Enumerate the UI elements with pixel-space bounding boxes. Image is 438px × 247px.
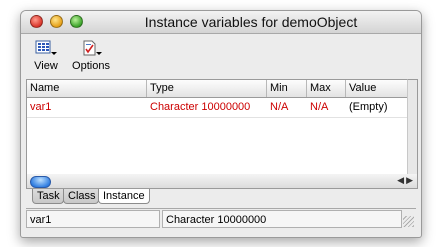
title-bar: Instance variables for demoObject [21,11,421,34]
close-window-button[interactable] [30,15,43,28]
cell-min: N/A [270,101,289,113]
status-bar: var1 Character 10000000 [26,208,416,229]
variables-table: Name Type Min Max Value var1 Character 1… [26,79,408,176]
cell-type: Character 10000000 [150,101,251,113]
scroll-right-arrow-icon[interactable]: ▶ [406,175,415,185]
horizontal-scrollbar[interactable]: ◀▶ [26,174,418,189]
tab-class[interactable]: Class [63,189,99,204]
resize-grip-icon[interactable] [403,216,414,227]
window-title: Instance variables for demoObject [144,14,358,30]
column-header-max[interactable]: Max [307,80,346,97]
status-type: Character 10000000 [162,210,402,228]
cell-max: N/A [310,101,329,113]
instance-variables-window: Instance variables for demoObject View O… [20,10,422,238]
column-header-value[interactable]: Value [346,80,408,97]
scroll-thumb[interactable] [30,176,51,188]
minimize-window-button[interactable] [50,15,63,28]
tab-task[interactable]: Task [32,189,64,204]
scroll-arrows[interactable]: ◀▶ [397,175,415,186]
tab-instance[interactable]: Instance [98,189,150,204]
table-header: Name Type Min Max Value [27,80,408,98]
scroll-left-arrow-icon[interactable]: ◀ [397,175,406,185]
tab-bar: Task Class Instance [26,189,416,205]
cell-name: var1 [30,101,52,113]
toolbar: View Options [21,34,421,76]
view-button[interactable]: View [29,40,63,72]
cell-value: (Empty) [349,101,388,113]
options-label: Options [72,60,110,72]
column-header-name[interactable]: Name [27,80,147,97]
column-header-type[interactable]: Type [147,80,267,97]
zoom-window-button[interactable] [70,15,83,28]
vertical-scrollbar[interactable] [407,79,418,176]
status-name: var1 [26,210,160,228]
table-row[interactable]: var1 Character 10000000 N/A N/A (Empty) [27,98,408,118]
grid-view-icon [29,40,63,58]
column-header-min[interactable]: Min [267,80,307,97]
view-label: View [34,60,58,72]
document-options-icon [68,40,114,58]
options-button[interactable]: Options [68,40,114,72]
